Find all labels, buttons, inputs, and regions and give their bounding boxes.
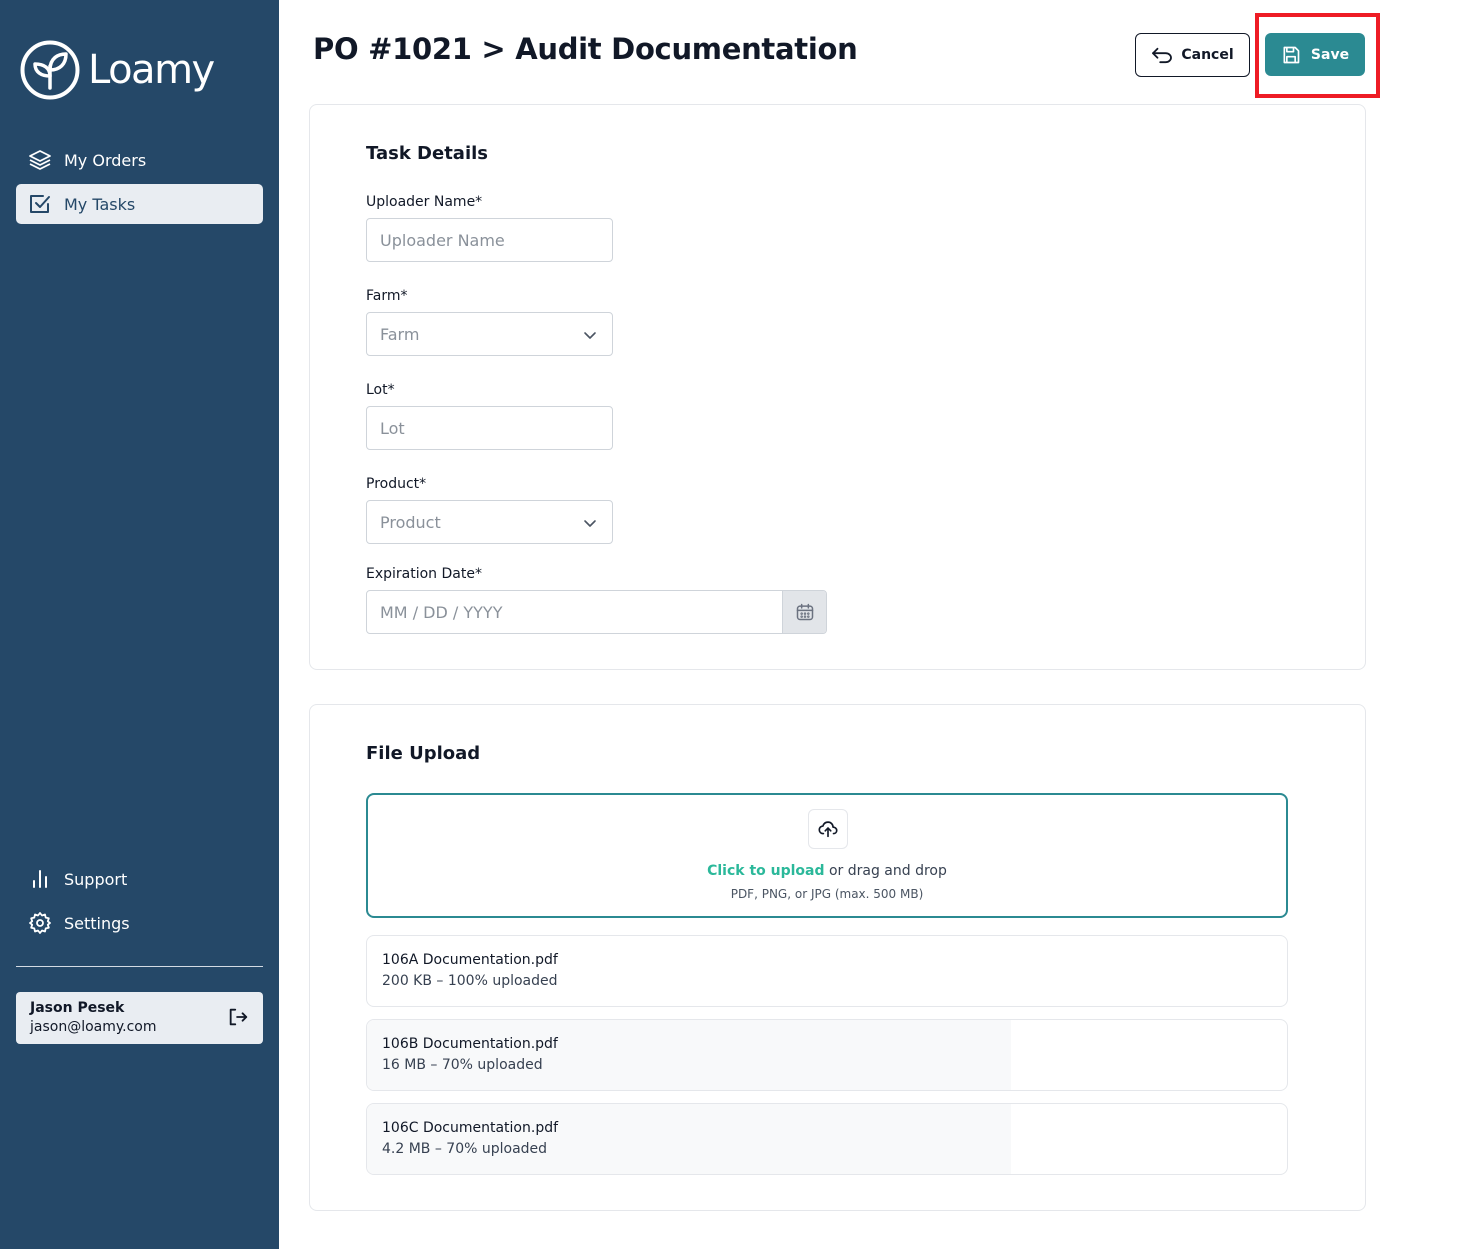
drag-drop-text: or drag and drop [824,863,947,879]
file-progress-bar [367,1020,1011,1090]
sidebar-item-support[interactable]: Support [16,859,263,899]
sidebar: Loamy My Orders My Tasks Support Setting… [0,0,279,1249]
sidebar-item-my-orders[interactable]: My Orders [16,140,263,180]
leaf-logo-icon [20,40,80,100]
file-dropzone[interactable]: Click to upload or drag and drop PDF, PN… [366,793,1288,918]
layers-icon [29,150,51,170]
bar-chart-icon [33,870,47,888]
sidebar-item-label: Settings [64,913,130,933]
sidebar-item-my-tasks[interactable]: My Tasks [16,184,263,224]
product-label: Product* [366,476,427,492]
breadcrumb-parent[interactable]: PO #1021 [313,32,472,66]
expiration-date-placeholder: MM / DD / YYYY [380,602,503,622]
sidebar-item-label: My Orders [64,150,147,170]
file-progress-bar [367,1104,1011,1174]
user-name: Jason Pesek [30,1000,125,1016]
file-list-item: 106B Documentation.pdf 16 MB – 70% uploa… [366,1019,1288,1091]
cloud-upload-icon [818,821,838,838]
breadcrumb-current: Audit Documentation [515,32,858,66]
lot-label: Lot* [366,382,395,398]
user-email: jason@loamy.com [30,1019,157,1035]
chevron-down-icon [584,332,596,339]
product-select-value: Product [380,512,441,532]
file-list-item: 106A Documentation.pdf 200 KB – 100% upl… [366,935,1288,1007]
uploader-name-label: Uploader Name* [366,194,483,210]
logo-text: Loamy [88,47,215,93]
file-list-item: 106C Documentation.pdf 4.2 MB – 70% uplo… [366,1103,1288,1175]
click-to-upload-link[interactable]: Click to upload [707,863,824,879]
file-name: 106A Documentation.pdf [382,952,558,968]
upload-button[interactable] [808,809,848,849]
task-details-card: Task Details Uploader Name* Uploader Nam… [309,104,1366,670]
sidebar-item-label: My Tasks [64,194,136,214]
sidebar-divider [16,966,263,967]
file-meta: 4.2 MB – 70% uploaded [382,1141,548,1157]
farm-select[interactable]: Farm [366,312,613,356]
breadcrumb-separator: > [481,32,506,66]
farm-label: Farm* [366,288,408,304]
task-details-title: Task Details [366,143,489,164]
upload-hint: PDF, PNG, or JPG (max. 500 MB) [730,887,924,901]
file-name: 106B Documentation.pdf [382,1036,558,1052]
file-meta: 200 KB – 100% uploaded [382,973,558,989]
cancel-label: Cancel [1181,47,1234,63]
file-name: 106C Documentation.pdf [382,1120,559,1136]
checkbox-icon [30,195,50,213]
logo[interactable]: Loamy [20,40,215,100]
drop-instructions: Click to upload or drag and drop [368,863,1286,879]
file-upload-title: File Upload [366,743,481,764]
gear-icon [29,912,51,934]
file-upload-card: File Upload Click to upload or drag and … [309,704,1366,1211]
lot-input[interactable]: Lot [366,406,613,450]
undo-arrow-icon [1152,47,1173,64]
calendar-button[interactable] [782,591,826,633]
file-meta: 16 MB – 70% uploaded [382,1057,543,1073]
expiration-date-label: Expiration Date* [366,566,482,582]
chevron-down-icon [584,520,596,527]
user-card: Jason Pesek jason@loamy.com [16,992,263,1044]
calendar-icon [796,603,813,621]
annotation-highlight-box [1255,13,1380,98]
expiration-date-input[interactable]: MM / DD / YYYY [366,590,827,634]
sidebar-item-label: Support [64,869,128,889]
uploader-name-input[interactable]: Uploader Name [366,218,613,262]
farm-select-value: Farm [380,324,420,344]
product-select[interactable]: Product [366,500,613,544]
cancel-button[interactable]: Cancel [1135,33,1250,77]
page-title: PO #1021 > Audit Documentation [313,32,858,66]
logout-icon[interactable] [227,1006,249,1028]
sidebar-item-settings[interactable]: Settings [16,903,263,943]
